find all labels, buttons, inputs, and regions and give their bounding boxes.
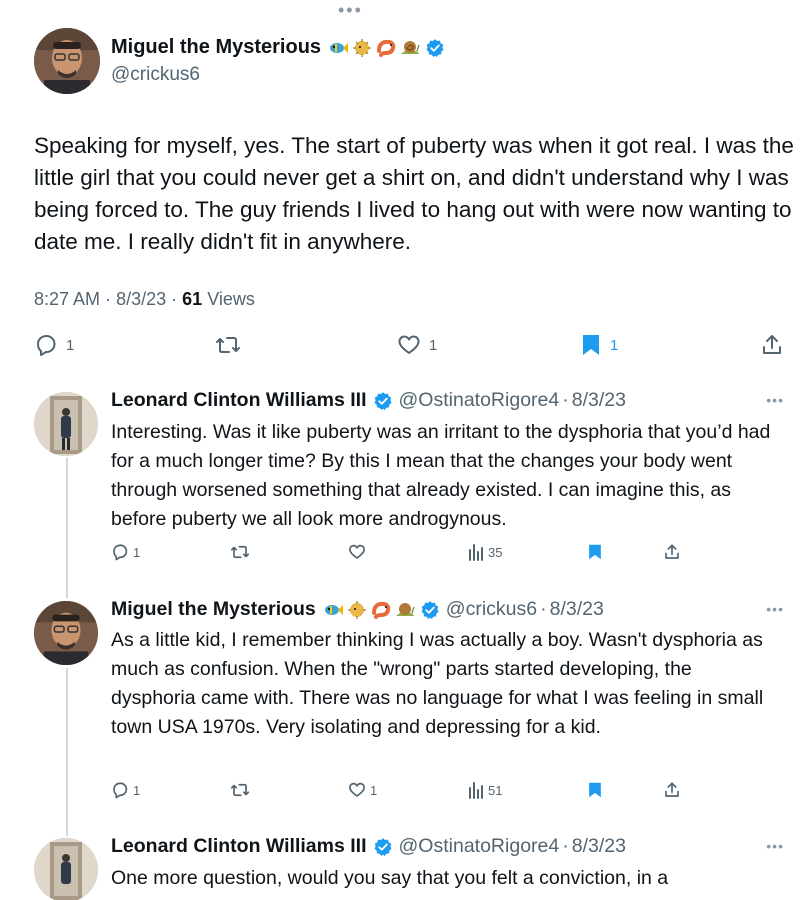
reply-count: 1 (66, 336, 75, 354)
reply-count: 1 (133, 782, 141, 798)
more-options-icon[interactable]: ••• (766, 838, 784, 854)
views-button[interactable]: 35 (468, 543, 502, 561)
verified-badge-icon (374, 837, 392, 856)
reply-icon (113, 544, 128, 561)
reply-header: Leonard Clinton Williams III @OstinatoRi… (111, 389, 626, 412)
avatar[interactable] (34, 28, 100, 94)
verified-badge-icon (426, 38, 444, 57)
avatar[interactable] (34, 838, 98, 900)
blowfish-emoji-icon (353, 38, 372, 57)
reply-text: As a little kid, I remember thinking I w… (111, 629, 764, 738)
heart-icon (349, 544, 365, 559)
snail-emoji-icon (401, 40, 420, 54)
views-count: 51 (488, 782, 503, 798)
like-button[interactable] (348, 543, 366, 561)
bookmark-filled-icon (589, 544, 601, 560)
meta-separator: · (562, 389, 569, 411)
reply-button[interactable]: 1 (111, 781, 140, 799)
retweet-button[interactable] (230, 543, 250, 561)
author-name[interactable]: Miguel the Mysterious (111, 598, 316, 621)
share-icon (665, 782, 679, 797)
blowfish-emoji-icon (347, 600, 366, 619)
meta-separator: · (562, 835, 569, 857)
thread-line (66, 458, 68, 598)
heart-icon (398, 335, 420, 354)
share-button[interactable] (663, 781, 681, 799)
share-icon (763, 335, 781, 354)
retweet-button[interactable] (215, 333, 241, 357)
bookmark-count: 1 (610, 336, 619, 354)
share-icon (665, 544, 679, 559)
reply-date[interactable]: 8/3/23 (572, 389, 626, 412)
fish-emoji-icon (324, 604, 343, 615)
fish-emoji-icon (330, 42, 349, 53)
views-label: Views (207, 289, 255, 309)
views-count: 35 (488, 544, 503, 560)
like-count: 1 (429, 336, 438, 354)
reply-icon (113, 782, 128, 799)
verified-badge-icon (374, 391, 392, 410)
avatar[interactable] (34, 392, 98, 456)
reply-header: Miguel the Mysterious @crickus6 · 8/3/23 (111, 598, 604, 621)
bookmark-button[interactable] (587, 543, 603, 561)
share-button[interactable] (760, 333, 784, 357)
analytics-icon (469, 544, 483, 561)
retweet-icon (230, 545, 250, 559)
reply-text: One more question, would you say that yo… (111, 867, 669, 889)
author-name[interactable]: Miguel the Mysterious (111, 36, 321, 59)
share-button[interactable] (663, 543, 681, 561)
reply-count: 1 (133, 544, 141, 560)
heart-icon (349, 782, 365, 797)
avatar[interactable] (34, 601, 98, 665)
author-name[interactable]: Leonard Clinton Williams III (111, 389, 367, 412)
author-handle[interactable]: @OstinatoRigore4 (399, 389, 560, 412)
meta-separator: · (171, 289, 178, 309)
reply-text: Interesting. Was it like puberty was an … (111, 421, 771, 530)
more-options-icon[interactable]: ••• (766, 392, 784, 408)
shrimp-emoji-icon (377, 39, 396, 57)
reply-header: Leonard Clinton Williams III @OstinatoRi… (111, 835, 626, 858)
drag-handle-icon[interactable]: ••• (338, 1, 363, 19)
bookmark-button[interactable]: 1 (580, 333, 618, 357)
views-count: 61 (182, 289, 203, 309)
like-count: 1 (370, 782, 378, 798)
tweet-text: Speaking for myself, yes. The start of p… (34, 133, 794, 254)
bookmark-button[interactable] (587, 781, 603, 799)
retweet-button[interactable] (230, 781, 250, 799)
reply-date[interactable]: 8/3/23 (572, 835, 626, 858)
snail-emoji-icon (395, 602, 415, 616)
verified-badge-icon (421, 600, 439, 619)
shrimp-emoji-icon (371, 601, 390, 619)
more-options-icon[interactable]: ••• (766, 601, 784, 617)
author-handle[interactable]: @crickus6 (111, 64, 200, 86)
tweet-date[interactable]: 8/3/23 (116, 289, 166, 309)
views-button[interactable]: 51 (468, 781, 502, 799)
retweet-icon (230, 783, 250, 797)
bookmark-filled-icon (583, 335, 599, 355)
like-button[interactable]: 1 (397, 333, 437, 357)
reply-button[interactable]: 1 (34, 333, 74, 357)
tweet-time[interactable]: 8:27 AM (34, 289, 100, 309)
reply-icon (37, 335, 56, 356)
name-emojis (327, 37, 421, 59)
thread-line (66, 668, 68, 836)
analytics-icon (469, 782, 483, 799)
author-handle[interactable]: @crickus6 (446, 598, 537, 621)
like-button[interactable]: 1 (348, 781, 377, 799)
reply-date[interactable]: 8/3/23 (550, 598, 604, 621)
tweet-metadata: 8:27 AM · 8/3/23 · 61 Views (34, 289, 255, 310)
author-name-row: Miguel the Mysterious (111, 36, 445, 59)
retweet-icon (216, 337, 240, 353)
meta-separator: · (105, 289, 112, 309)
author-handle[interactable]: @OstinatoRigore4 (399, 835, 560, 858)
author-name[interactable]: Leonard Clinton Williams III (111, 835, 367, 858)
meta-separator: · (540, 598, 547, 620)
reply-button[interactable]: 1 (111, 543, 140, 561)
bookmark-filled-icon (589, 782, 601, 798)
name-emojis (322, 599, 416, 621)
